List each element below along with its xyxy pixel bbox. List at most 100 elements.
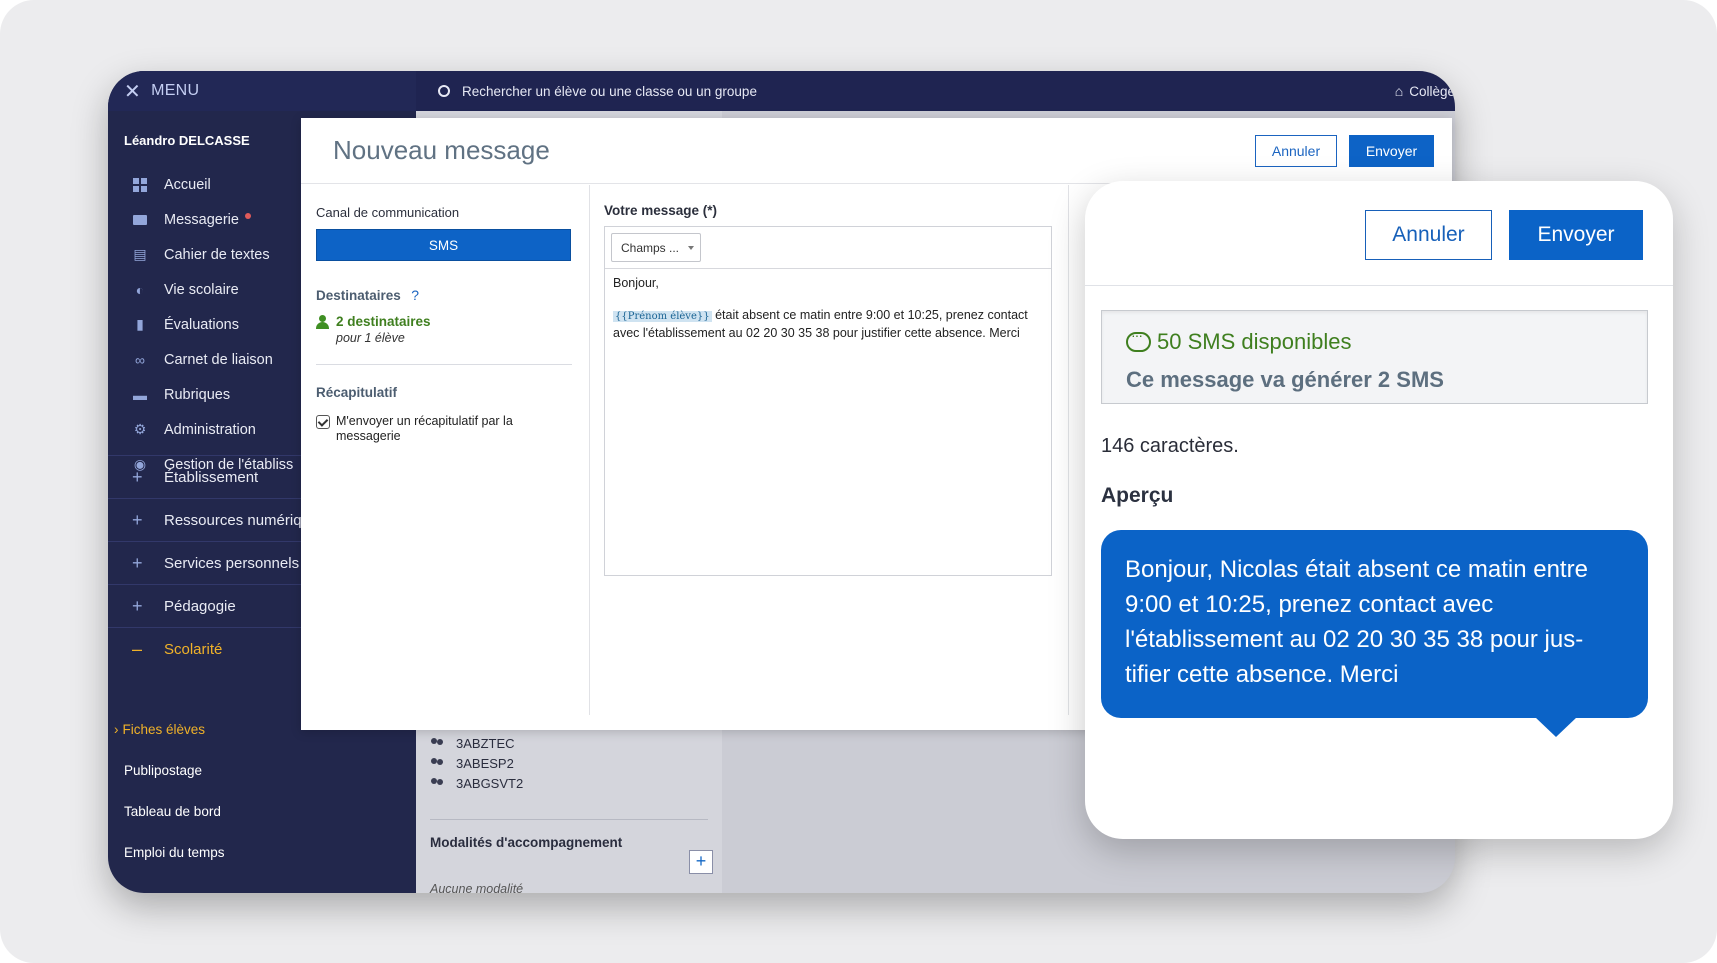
modalites-value: Aucune modalité [430,882,524,893]
menu-toggle[interactable]: ✕ MENU [108,71,416,111]
dialog-title: Nouveau message [333,135,550,165]
champs-dropdown[interactable]: Champs ... [611,233,701,262]
prenom-field-tag: {{Prénom élève}} [613,311,712,322]
person-icon [316,315,332,329]
group-icon [430,738,446,748]
sidebar-item-label: Cahier de textes [164,246,270,263]
list-item: 3ABGSVT2 [430,773,523,793]
send-button[interactable]: Envoyer [1509,210,1643,260]
subnav-tableau-de-bord[interactable]: Tableau de bord [108,791,416,832]
plus-icon: + [132,552,143,573]
canal-sms-button[interactable]: SMS [316,229,571,261]
subnav-label: Fiches élèves [122,722,206,737]
destinataires-heading: Destinataires ? [316,287,572,305]
bar-chart-icon: ▮ [136,316,144,332]
group-name: 3ABZTEC [456,735,515,751]
subnav-label: Tableau de bord [124,804,221,819]
sms-available: 50 SMS disponibles [1126,327,1352,355]
sidebar-item-label: Rubriques [164,386,231,403]
link-icon: ∞ [135,351,145,368]
sidebar-item-label: Accueil [164,176,211,193]
topbar: Rechercher un élève ou une classe ou un … [416,71,1455,111]
message-column: Votre message (*) Champs ... Bonjour, {{… [604,203,1052,576]
recap-option: M'envoyer un récapitulatif par la messag… [316,414,572,444]
school-name: Collège [1409,83,1455,99]
plus-icon: + [132,509,143,530]
destinataires-count: 2 destinataires [336,314,431,329]
close-icon[interactable]: ✕ [124,79,141,104]
canal-label: Canal de communication [316,205,460,220]
list-item: 3ABZTEC [430,733,523,753]
message-editor[interactable]: Champs ... Bonjour, {{Prénom élève}} éta… [604,226,1052,576]
subnav-publipostage[interactable]: Publipostage [108,750,416,791]
minus-icon: – [132,638,143,659]
home-icon: ⌂ [1394,83,1404,99]
recap-label: Récapitulatif [316,385,398,400]
cancel-button[interactable]: Annuler [1365,210,1492,260]
sidebar-item-label: Vie scolaire [164,281,239,298]
send-button[interactable]: Envoyer [1349,135,1434,167]
destinataires-sub: pour 1 élève [336,331,405,345]
modalites-title: Modalités d'accompagnement [430,835,623,850]
section-label: Services personnels [164,554,300,572]
group-name: 3ABESP2 [456,755,514,771]
sms-generate-text: Ce message va générer 2 SMS [1126,367,1444,392]
column-divider [589,185,590,715]
sidebar-item-label: Messagerie [164,211,239,228]
scolarite-subnav: › Fiches élèves Publipostage Tableau de … [108,709,416,873]
divider [430,819,708,820]
add-modalite-button[interactable]: + [689,850,713,874]
chat-bubble-icon [1126,327,1151,352]
destinataires-link[interactable]: 2 destinataires [316,314,572,329]
sms-available-text: 50 SMS disponibles [1157,329,1352,354]
school-link[interactable]: ⌂ Collège [1395,71,1455,111]
message-textarea[interactable]: Bonjour, {{Prénom élève}} était absent c… [605,269,1051,347]
section-label: Établissement [164,468,259,486]
recap-checkbox-label: M'envoyer un récapitulatif par la messag… [336,414,513,443]
list-item: 3ABESP2 [430,753,523,773]
comment-icon: ▬ [133,386,147,403]
sidebar-item-label: Administration [164,421,256,438]
gear-icon: ⚙ [133,421,147,437]
unread-dot [244,212,251,219]
group-icon [430,778,446,788]
chevron-right-icon: › [114,722,119,737]
group-list: 3ABZTEC 3ABESP2 3ABGSVT2 [430,733,523,793]
grid-icon [132,177,148,193]
group-icon [430,758,446,768]
stage-background: ✕ MENU Léandro DELCASSE Accueil Messager… [0,0,1717,963]
dialog-header: Nouveau message Annuler Envoyer [301,118,1452,184]
recap-checkbox[interactable] [316,415,330,429]
user-name: Léandro DELCASSE [124,133,250,148]
sms-preview-bubble: Bonjour, Nicolas était absent ce matin e… [1101,530,1648,718]
message-body: {{Prénom élève}} était absent ce matin e… [613,307,1043,341]
char-count: 146 caractères. [1101,435,1239,457]
subnav-emploi-du-temps[interactable]: Emploi du temps [108,832,416,873]
section-label: Ressources numériq [164,511,302,529]
message-greeting: Bonjour, [613,276,659,290]
sms-counter-box: 50 SMS disponibles Ce message va générer… [1101,310,1648,404]
card-header: Annuler Envoyer [1085,181,1673,286]
section-label: Scolarité [164,640,223,658]
section-label: Pédagogie [164,597,236,615]
search-icon [438,85,450,97]
destinataires-label: Destinataires [316,288,401,303]
plus-icon: + [132,595,143,616]
options-column: Canal de communication SMS Destinataires… [316,205,572,444]
divider [316,364,572,365]
subnav-label: Publipostage [124,763,203,778]
message-label: Votre message (*) [604,203,718,218]
sidebar-item-label: Carnet de liaison [164,351,273,368]
help-icon[interactable]: ? [411,287,419,303]
bubble-tail [1535,717,1577,737]
search-input[interactable]: Rechercher un élève ou une classe ou un … [462,84,757,99]
sidebar-item-label: Évaluations [164,316,239,333]
column-divider [1068,185,1069,715]
moon-icon: ◐ [135,281,145,298]
cancel-button[interactable]: Annuler [1255,135,1337,167]
zoom-callout-card: Annuler Envoyer 50 SMS disponibles Ce me… [1085,181,1673,839]
group-name: 3ABGSVT2 [456,775,524,791]
editor-toolbar: Champs ... [605,227,1051,269]
preview-label: Aperçu [1101,484,1174,507]
plus-icon: + [132,466,143,487]
